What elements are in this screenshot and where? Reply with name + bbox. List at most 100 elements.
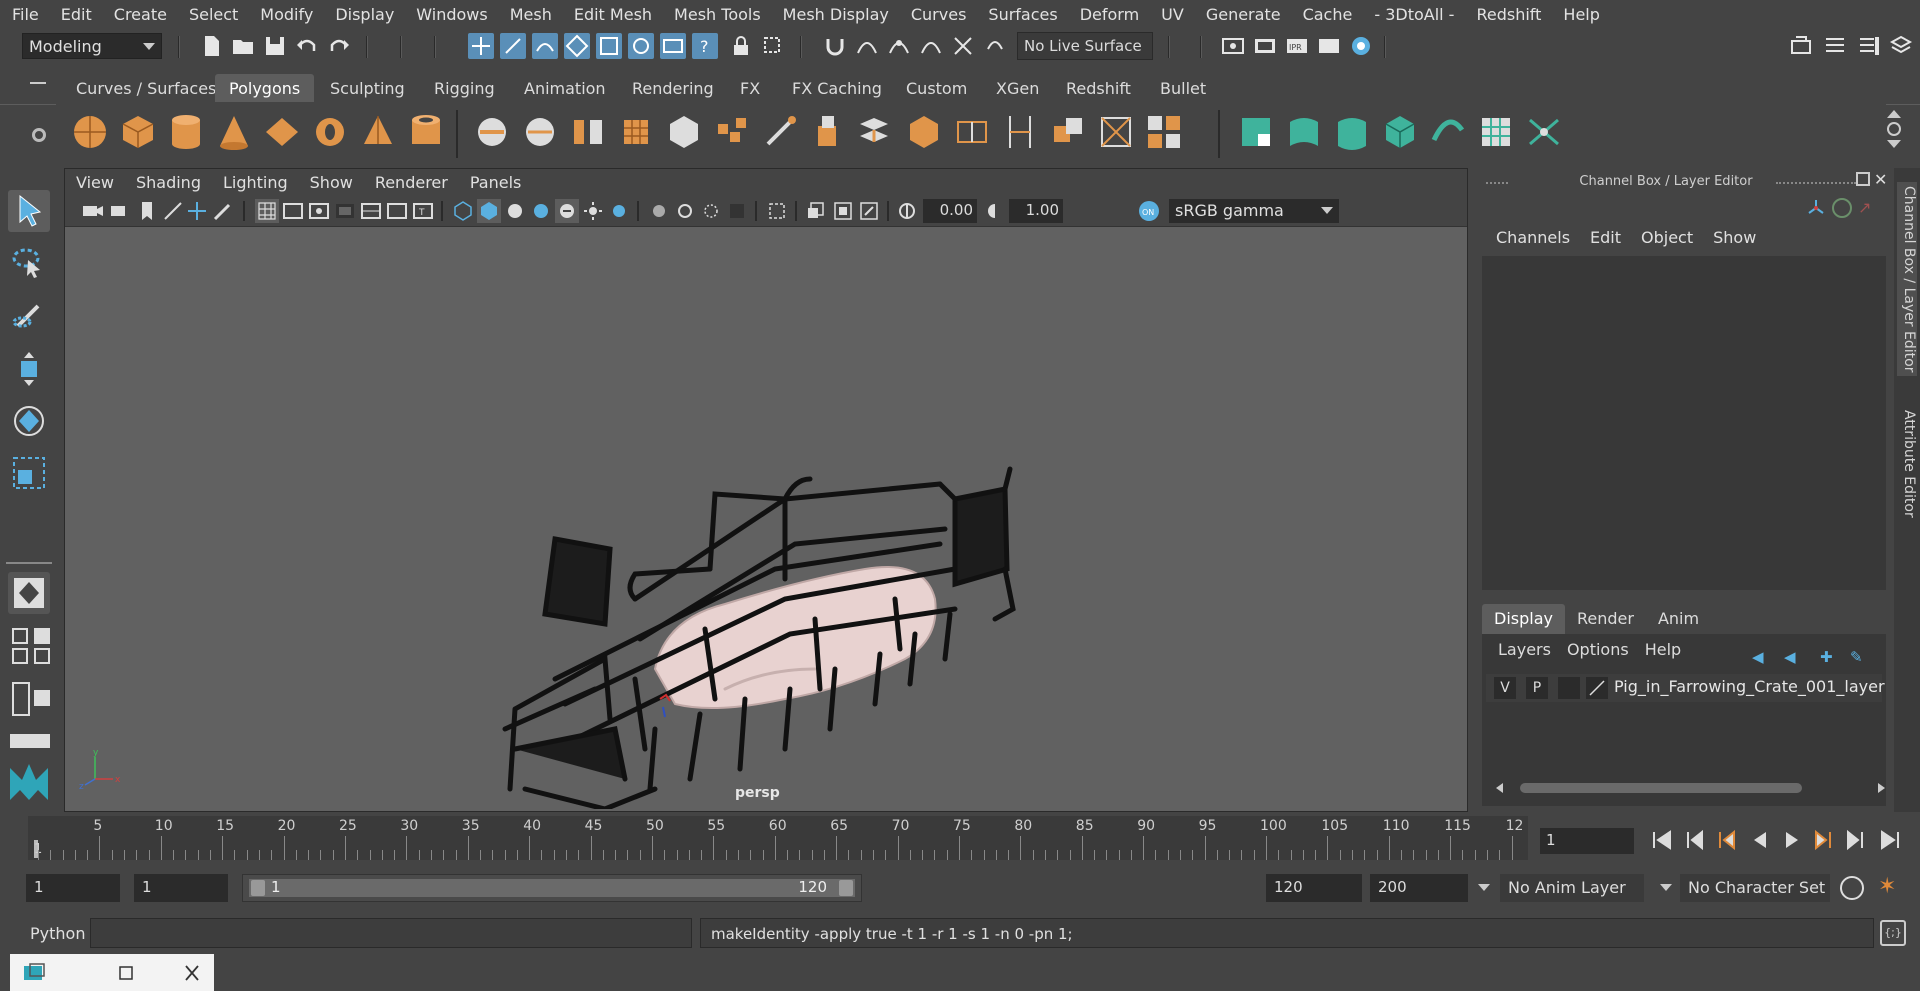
field-chart-icon[interactable]: [359, 199, 383, 223]
isolate-select-icon[interactable]: [647, 199, 671, 223]
planar-mapping-icon[interactable]: [1236, 110, 1276, 154]
pig-in-farrowing-crate-model[interactable]: [485, 369, 1045, 809]
poly-sphere-icon[interactable]: [70, 110, 110, 154]
smooth-icon[interactable]: [616, 110, 656, 154]
snap-live-icon[interactable]: [982, 33, 1008, 59]
color-management-toggle-icon[interactable]: ON: [1137, 199, 1161, 223]
shelf-tab-sculpting[interactable]: Sculpting: [316, 74, 419, 102]
channel-box-menu-channels[interactable]: Channels: [1486, 228, 1580, 247]
panel-grip-icon[interactable]: [1486, 182, 1508, 184]
command-input-field[interactable]: [90, 918, 692, 948]
menu-modify[interactable]: Modify: [249, 5, 324, 24]
menu-mesh-display[interactable]: Mesh Display: [772, 5, 900, 24]
shelf-tab-xgen[interactable]: XGen: [982, 74, 1053, 102]
live-surface-field[interactable]: No Live Surface: [1017, 32, 1153, 60]
exposure-icon[interactable]: [895, 199, 919, 223]
save-scene-icon[interactable]: [262, 33, 288, 59]
shelf-settings-gear-icon[interactable]: [32, 128, 46, 142]
snap-surface-icon[interactable]: [950, 33, 976, 59]
menu-help[interactable]: Help: [1552, 5, 1610, 24]
perspective-viewport[interactable]: View Shading Lighting Show Renderer Pane…: [64, 168, 1468, 812]
render-view-icon[interactable]: [1220, 33, 1246, 59]
xray-icon[interactable]: [673, 199, 697, 223]
poly-cube-icon[interactable]: [118, 110, 158, 154]
shelf-tab-rigging[interactable]: Rigging: [420, 74, 509, 102]
new-layer-icon[interactable]: ✚: [1820, 648, 1833, 666]
poly-pipe-icon[interactable]: [406, 110, 446, 154]
shelf-tab-redshift[interactable]: Redshift: [1052, 74, 1145, 102]
render-settings-icon[interactable]: [1316, 33, 1342, 59]
menu-windows[interactable]: Windows: [405, 5, 498, 24]
mode-dropdown[interactable]: Modeling: [22, 33, 162, 59]
select-highlight-icon[interactable]: [760, 33, 786, 59]
lasso-tool-icon[interactable]: [8, 242, 50, 284]
layout-grid-icon[interactable]: [34, 648, 50, 664]
rotate-tool-icon[interactable]: [8, 400, 50, 442]
paint-select-tool-icon[interactable]: [8, 294, 50, 336]
xray-components-icon[interactable]: [725, 199, 749, 223]
gamma-icon[interactable]: [983, 199, 1007, 223]
shadows-icon[interactable]: [581, 199, 605, 223]
use-all-lights-icon[interactable]: [555, 199, 579, 223]
channel-box-menu-show[interactable]: Show: [1703, 228, 1766, 247]
viewport-menu-view[interactable]: View: [65, 173, 125, 192]
merge-icon[interactable]: [1048, 110, 1088, 154]
layer-playback-toggle[interactable]: P: [1526, 677, 1548, 699]
playback-end-field[interactable]: 120: [1266, 874, 1362, 902]
shelf-menu-icon[interactable]: [30, 82, 46, 84]
undo-icon[interactable]: [294, 33, 320, 59]
move-tool-icon[interactable]: [8, 348, 50, 390]
chevron-down-icon[interactable]: [1660, 884, 1672, 891]
side-tab-channel-box[interactable]: Channel Box / Layer Editor: [1897, 182, 1917, 377]
channel-box-area[interactable]: [1482, 256, 1886, 590]
menu-edit-mesh[interactable]: Edit Mesh: [563, 5, 663, 24]
snap-curve-icon[interactable]: [854, 33, 880, 59]
layer-menu-layers[interactable]: Layers: [1490, 640, 1559, 659]
menu-mesh[interactable]: Mesh: [499, 5, 563, 24]
lock-icon[interactable]: [728, 33, 754, 59]
menu-3dtoall[interactable]: - 3DtoAll -: [1363, 5, 1465, 24]
ipr-render-icon[interactable]: IPR: [1284, 33, 1310, 59]
menu-surfaces[interactable]: Surfaces: [977, 5, 1068, 24]
layer-menu-help[interactable]: Help: [1637, 640, 1689, 659]
scroll-right-arrow-icon[interactable]: [1878, 783, 1885, 793]
bevel-icon[interactable]: [712, 110, 752, 154]
move-layer-up-icon[interactable]: ◀: [1752, 648, 1764, 666]
gamma-field[interactable]: 1.00: [1009, 199, 1063, 223]
magnet-snap-icon[interactable]: [822, 33, 848, 59]
snap-to-point-icon[interactable]: [628, 33, 654, 59]
bookmark-icon[interactable]: [135, 199, 159, 223]
offset-edge-loop-icon[interactable]: [1000, 110, 1040, 154]
separate-icon[interactable]: [520, 110, 560, 154]
extract-icon[interactable]: [568, 110, 608, 154]
step-back-frame-icon[interactable]: [1680, 826, 1708, 854]
hud-toggle-icon[interactable]: [857, 199, 881, 223]
shelf-tab-fx-caching[interactable]: FX Caching: [778, 74, 896, 102]
shelf-tab-animation[interactable]: Animation: [510, 74, 620, 102]
script-language-toggle[interactable]: Python: [30, 924, 85, 943]
menu-cache[interactable]: Cache: [1292, 5, 1364, 24]
gate-mask-icon[interactable]: [333, 199, 357, 223]
target-weld-icon[interactable]: [1096, 110, 1136, 154]
restore-window-icon[interactable]: [112, 960, 140, 986]
poly-cylinder-icon[interactable]: [166, 110, 206, 154]
shelf-scroll-arrows[interactable]: [1886, 108, 1902, 160]
menu-generate[interactable]: Generate: [1195, 5, 1292, 24]
timeline-layout-icon[interactable]: [10, 734, 50, 748]
step-forward-key-icon[interactable]: [1810, 826, 1838, 854]
menu-curves[interactable]: Curves: [900, 5, 978, 24]
menu-create[interactable]: Create: [103, 5, 178, 24]
select-by-object-icon[interactable]: [500, 33, 526, 59]
poly-cone-icon[interactable]: [214, 110, 254, 154]
layout-grid-icon[interactable]: [12, 648, 28, 664]
side-tab-attribute-editor[interactable]: Attribute Editor: [1897, 406, 1917, 522]
select-by-hierarchy-icon[interactable]: [468, 33, 494, 59]
shelf-tab-rendering[interactable]: Rendering: [618, 74, 728, 102]
select-by-component-icon[interactable]: [532, 33, 558, 59]
snap-to-grid-icon[interactable]: [564, 33, 590, 59]
scene-end-field[interactable]: 200: [1370, 874, 1468, 902]
fill-hole-icon[interactable]: [1144, 110, 1184, 154]
layer-visibility-toggle[interactable]: V: [1494, 677, 1516, 699]
range-start-handle[interactable]: [251, 880, 265, 896]
render-current-frame-icon[interactable]: [1252, 33, 1278, 59]
